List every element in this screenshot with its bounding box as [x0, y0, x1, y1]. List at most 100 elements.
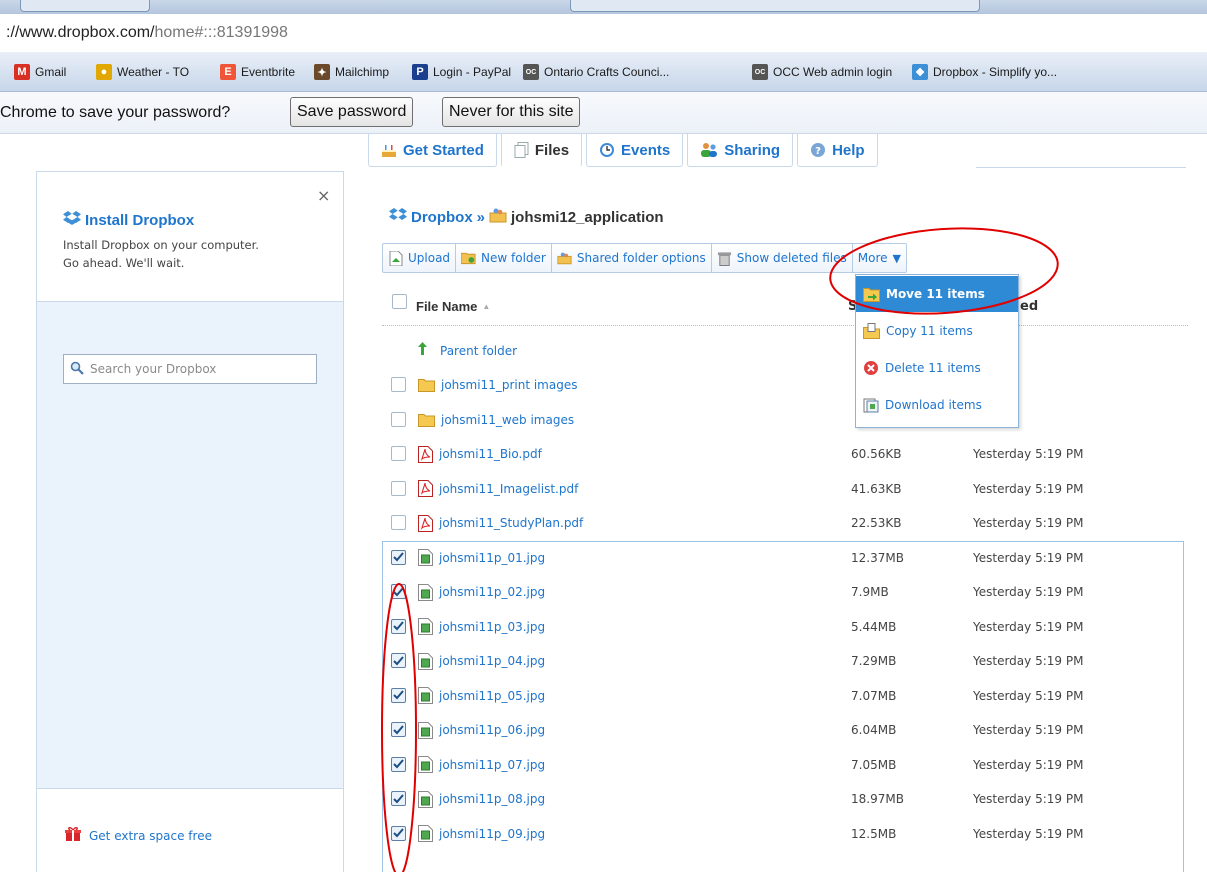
file-name-link[interactable]: johsmi11p_07.jpg: [418, 748, 545, 783]
download-icon: [863, 397, 879, 413]
row-checkbox[interactable]: [391, 756, 406, 772]
menu-item-download[interactable]: Download items: [856, 387, 1018, 423]
file-name-link[interactable]: johsmi11p_02.jpg: [418, 575, 545, 610]
file-row[interactable]: johsmi11p_07.jpg 7.05MB Yesterday 5:19 PM: [382, 747, 1188, 783]
file-row[interactable]: johsmi11p_05.jpg 7.07MB Yesterday 5:19 PM: [382, 678, 1188, 714]
file-name-label: johsmi11_Imagelist.pdf: [439, 481, 579, 496]
bookmark-item[interactable]: P Login - PayPal: [412, 63, 511, 81]
row-checkbox[interactable]: [391, 825, 406, 841]
trash-icon: [717, 251, 732, 266]
bookmark-item[interactable]: OC Ontario Crafts Counci...: [523, 63, 669, 81]
tab-get-started[interactable]: Get Started: [368, 134, 497, 167]
row-checkbox[interactable]: [391, 411, 406, 427]
bookmark-item[interactable]: E Eventbrite: [220, 63, 295, 81]
breadcrumb-root[interactable]: Dropbox: [411, 209, 473, 226]
row-checkbox[interactable]: [391, 480, 406, 496]
column-header-name[interactable]: File Name ▲: [416, 299, 490, 314]
file-row[interactable]: johsmi11_web images: [382, 403, 1188, 438]
file-name-label: johsmi11_web images: [441, 412, 575, 427]
tab-files[interactable]: Files: [500, 134, 583, 167]
tab-events[interactable]: Events: [586, 134, 684, 167]
upload-button[interactable]: Upload: [383, 244, 457, 272]
parent-folder-link[interactable]: Parent folder: [418, 342, 517, 359]
install-dropbox-link[interactable]: Install Dropbox: [63, 210, 194, 230]
close-icon[interactable]: ×: [317, 186, 330, 205]
checkmark-icon: [393, 621, 404, 631]
file-row[interactable]: johsmi11p_03.jpg 5.44MB Yesterday 5:19 PM: [382, 609, 1188, 645]
row-checkbox[interactable]: [391, 791, 406, 806]
shared-folder-options-button[interactable]: Shared folder options: [552, 244, 712, 272]
file-name-link[interactable]: johsmi11p_09.jpg: [418, 817, 545, 852]
people-icon: [700, 142, 718, 158]
tab-sharing[interactable]: Sharing: [687, 134, 794, 167]
svg-text:?: ?: [815, 146, 821, 157]
file-name-link[interactable]: johsmi11p_06.jpg: [418, 713, 545, 748]
show-deleted-files-button[interactable]: Show deleted files: [712, 244, 853, 272]
address-bar-url[interactable]: ://www.dropbox.com/home#:::81391998: [6, 24, 288, 42]
file-row[interactable]: johsmi11_StudyPlan.pdf 22.53KB Yesterday 5…: [382, 506, 1188, 541]
bookmark-item[interactable]: ✦ Mailchimp: [314, 63, 389, 81]
file-name-link[interactable]: johsmi11p_08.jpg: [418, 782, 545, 817]
tab-label: Get Started: [403, 141, 484, 159]
file-row[interactable]: johsmi11_print images: [382, 368, 1188, 403]
column-header-modified[interactable]: ed: [1020, 299, 1038, 314]
row-checkbox[interactable]: [391, 618, 406, 634]
file-row[interactable]: johsmi11p_06.jpg 6.04MB Yesterday 5:19 PM: [382, 713, 1188, 748]
file-name-link[interactable]: johsmi11_web images: [418, 403, 574, 438]
row-checkbox[interactable]: [391, 584, 406, 599]
file-row[interactable]: johsmi11p_09.jpg 12.5MB Yesterday 5:19 PM: [382, 816, 1188, 852]
file-name-label: johsmi11p_07.jpg: [439, 757, 546, 772]
browser-tab[interactable]: [570, 0, 980, 12]
file-modified: Yesterday 5:19 PM: [973, 585, 1084, 600]
file-name-link[interactable]: johsmi11_StudyPlan.pdf: [418, 506, 583, 541]
row-checkbox[interactable]: [391, 722, 406, 737]
bookmark-item[interactable]: OC OCC Web admin login: [752, 63, 892, 81]
gmail-icon: M: [14, 64, 30, 80]
browser-tab[interactable]: [20, 0, 150, 12]
file-name-link[interactable]: johsmi11p_04.jpg: [418, 644, 545, 679]
file-row[interactable]: johsmi11p_04.jpg 7.29MB Yesterday 5:19 PM: [382, 644, 1188, 679]
menu-item-move[interactable]: Move 11 items: [856, 276, 1018, 312]
file-row[interactable]: johsmi11p_02.jpg 7.9MB Yesterday 5:19 PM: [382, 575, 1188, 610]
row-checkbox[interactable]: [391, 515, 406, 530]
file-name-link[interactable]: johsmi11p_01.jpg: [418, 541, 545, 576]
row-checkbox[interactable]: [391, 653, 406, 668]
pdf-file-icon: [418, 445, 433, 463]
dropbox-icon: ❖: [912, 64, 928, 80]
file-row[interactable]: johsmi11_Bio.pdf 60.56KB Yesterday 5:19 PM: [382, 437, 1188, 472]
select-all-checkbox[interactable]: [392, 294, 407, 309]
file-name-link[interactable]: johsmi11_print images: [418, 368, 577, 403]
tab-label: Events: [621, 141, 671, 159]
get-extra-space-link[interactable]: Get extra space free: [65, 826, 212, 845]
bookmark-item[interactable]: ❖ Dropbox - Simplify yo...: [912, 63, 1057, 81]
file-name-link[interactable]: johsmi11p_03.jpg: [418, 610, 545, 645]
new-folder-button[interactable]: New folder: [456, 244, 552, 272]
file-row[interactable]: johsmi11_Imagelist.pdf 41.63KB Yesterday 5…: [382, 472, 1188, 507]
bookmark-label: Gmail: [35, 65, 67, 79]
file-name-link[interactable]: johsmi11p_05.jpg: [418, 679, 545, 714]
tab-help[interactable]: ? Help: [797, 134, 878, 167]
row-checkbox[interactable]: [391, 377, 406, 392]
row-checkbox[interactable]: [391, 549, 406, 565]
menu-item-delete[interactable]: Delete 11 items: [856, 350, 1018, 386]
file-name-link[interactable]: johsmi11_Bio.pdf: [418, 437, 542, 472]
row-checkbox[interactable]: [391, 446, 406, 461]
files-icon: [514, 142, 529, 158]
file-row[interactable]: johsmi11p_01.jpg 12.37MB Yesterday 5:19 PM: [382, 540, 1188, 576]
save-password-button[interactable]: Save password: [290, 97, 414, 127]
bookmark-item[interactable]: M Gmail: [14, 63, 66, 81]
file-name-link[interactable]: johsmi11_Imagelist.pdf: [418, 472, 578, 507]
search-input[interactable]: Search your Dropbox: [63, 354, 317, 384]
file-modified: Yesterday 5:19 PM: [973, 688, 1084, 703]
file-name-label: johsmi11_StudyPlan.pdf: [439, 516, 584, 531]
address-bar[interactable]: ://www.dropbox.com/home#:::81391998: [0, 14, 1207, 52]
more-dropdown-button[interactable]: More ▼: [853, 244, 906, 272]
bookmark-label: Weather - TO: [117, 65, 190, 79]
dropbox-icon: [63, 210, 81, 230]
file-row[interactable]: johsmi11p_08.jpg 18.97MB Yesterday 5:19 PM: [382, 782, 1188, 817]
bookmark-item[interactable]: ● Weather - TO: [96, 63, 189, 81]
upload-icon: [388, 250, 403, 266]
row-checkbox[interactable]: [391, 687, 406, 703]
menu-item-copy[interactable]: Copy 11 items: [856, 313, 1018, 349]
never-for-site-button[interactable]: Never for this site: [442, 97, 581, 127]
